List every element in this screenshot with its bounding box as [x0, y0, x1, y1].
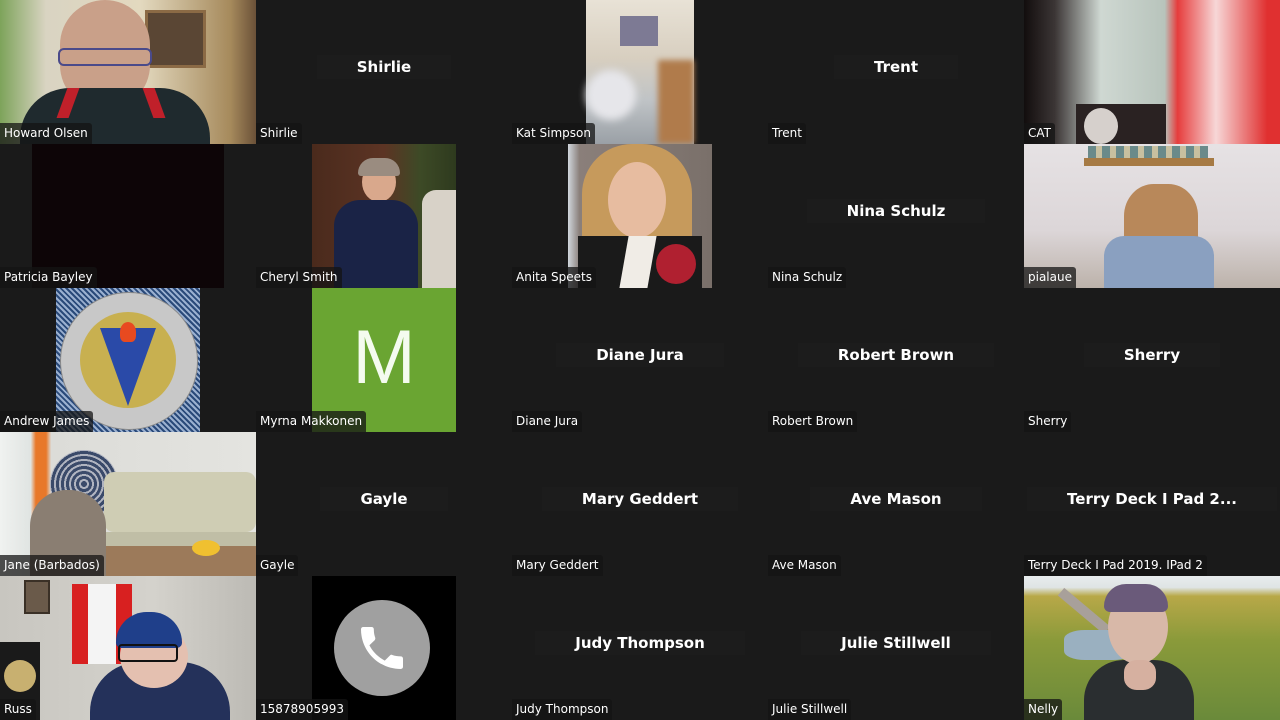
participant-name-label: pialaue	[1024, 267, 1076, 288]
participant-tile[interactable]: Mary Geddert Mary Geddert	[512, 432, 768, 576]
participant-center-name: Nina Schulz	[768, 199, 1024, 223]
participant-video	[586, 0, 694, 144]
participant-name-label: Julie Stillwell	[768, 699, 852, 720]
participant-center-name: Julie Stillwell	[768, 631, 1024, 655]
participant-center-name: Shirlie	[256, 55, 512, 79]
participant-tile[interactable]: Sherry Sherry	[1024, 288, 1280, 432]
participant-tile[interactable]: CAT	[1024, 0, 1280, 144]
participant-name-label: Ave Mason	[768, 555, 841, 576]
participant-center-name: Robert Brown	[768, 343, 1024, 367]
gallery-grid: Howard Olsen Shirlie Shirlie Kat Simpson…	[0, 0, 1280, 720]
participant-center-name: Sherry	[1024, 343, 1280, 367]
participant-name-label: Mary Geddert	[512, 555, 603, 576]
participant-tile[interactable]: M Myrna Makkonen	[256, 288, 512, 432]
participant-tile[interactable]: Trent Trent	[768, 0, 1024, 144]
participant-name-label: CAT	[1024, 123, 1055, 144]
participant-tile[interactable]: Judy Thompson Judy Thompson	[512, 576, 768, 720]
participant-name-label: Trent	[768, 123, 806, 144]
participant-tile[interactable]: Nelly	[1024, 576, 1280, 720]
participant-tile[interactable]: Howard Olsen	[0, 0, 256, 144]
participant-tile[interactable]: Robert Brown Robert Brown	[768, 288, 1024, 432]
participant-center-name: Ave Mason	[768, 487, 1024, 511]
participant-name-label: Shirlie	[256, 123, 302, 144]
participant-name-label: Nelly	[1024, 699, 1063, 720]
participant-center-name: Mary Geddert	[512, 487, 768, 511]
participant-name-label: Cheryl Smith	[256, 267, 342, 288]
participant-center-name: Terry Deck I Pad 2...	[1024, 487, 1280, 511]
avatar-letter: M	[352, 315, 416, 400]
participant-tile[interactable]: Nina Schulz Nina Schulz	[768, 144, 1024, 288]
participant-center-name: Gayle	[256, 487, 512, 511]
participant-video	[1024, 576, 1280, 720]
participant-name-label: Howard Olsen	[0, 123, 92, 144]
participant-center-name: Trent	[768, 55, 1024, 79]
participant-name-label: Jane (Barbados)	[0, 555, 104, 576]
participant-center-name: Judy Thompson	[512, 631, 768, 655]
participant-tile[interactable]: Jane (Barbados)	[0, 432, 256, 576]
participant-video	[1024, 0, 1280, 144]
participant-video	[0, 576, 256, 720]
participant-name-label: Andrew James	[0, 411, 94, 432]
participant-name-label: Sherry	[1024, 411, 1072, 432]
participant-center-name: Diane Jura	[512, 343, 768, 367]
participant-name-label: Gayle	[256, 555, 299, 576]
participant-tile[interactable]: Cheryl Smith	[256, 144, 512, 288]
participant-name-label: Anita Speets	[512, 267, 596, 288]
participant-tile[interactable]: Ave Mason Ave Mason	[768, 432, 1024, 576]
participant-name-label: Diane Jura	[512, 411, 583, 432]
participant-tile[interactable]: Shirlie Shirlie	[256, 0, 512, 144]
participant-name-label: Judy Thompson	[512, 699, 613, 720]
participant-tile[interactable]: Andrew James	[0, 288, 256, 432]
participant-name-label: Myrna Makkonen	[256, 411, 367, 432]
participant-name-label: Russ	[0, 699, 36, 720]
participant-name-label: Nina Schulz	[768, 267, 847, 288]
participant-tile[interactable]: Gayle Gayle	[256, 432, 512, 576]
participant-tile[interactable]: Patricia Bayley	[0, 144, 256, 288]
participant-tile[interactable]: Terry Deck I Pad 2... Terry Deck I Pad 2…	[1024, 432, 1280, 576]
participant-name-label: Terry Deck I Pad 2019. IPad 2	[1024, 555, 1207, 576]
participant-tile[interactable]: Russ	[0, 576, 256, 720]
participant-tile[interactable]: Anita Speets	[512, 144, 768, 288]
participant-name-label: Kat Simpson	[512, 123, 595, 144]
participant-name-label: Patricia Bayley	[0, 267, 97, 288]
participant-name-label: 15878905993	[256, 699, 348, 720]
participant-tile[interactable]: Julie Stillwell Julie Stillwell	[768, 576, 1024, 720]
participant-name-label: Robert Brown	[768, 411, 858, 432]
participant-tile[interactable]: Diane Jura Diane Jura	[512, 288, 768, 432]
participant-tile[interactable]: pialaue	[1024, 144, 1280, 288]
participant-tile[interactable]: Kat Simpson	[512, 0, 768, 144]
participant-tile[interactable]: 15878905993	[256, 576, 512, 720]
phone-icon	[334, 600, 430, 696]
